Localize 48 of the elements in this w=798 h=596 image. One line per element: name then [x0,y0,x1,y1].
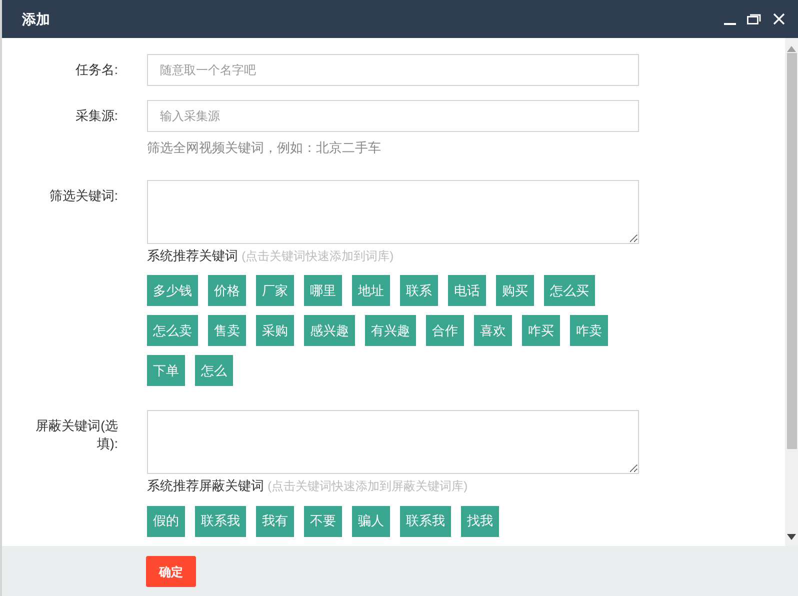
keyword-tag[interactable]: 咋卖 [570,315,608,346]
keyword-tag[interactable]: 售卖 [208,315,246,346]
text-input[interactable]: 随意取一个名字吧 [147,54,639,86]
keyword-tag[interactable]: 有兴趣 [365,315,416,346]
keyword-tag[interactable]: 购买 [496,275,534,306]
keyword-tag[interactable]: 厂家 [256,275,294,306]
minimize-icon [724,23,736,25]
field-label: 筛选关键词: [48,186,119,204]
keyword-tag[interactable]: 联系 [400,275,438,306]
keyword-tag[interactable]: 不要 [304,506,342,536]
keyword-tag[interactable]: 喜欢 [474,315,512,346]
maximize-icon [746,12,762,26]
keyword-tag[interactable]: 咋买 [522,315,560,346]
keyword-tag[interactable]: 电话 [448,275,486,306]
keyword-tag[interactable]: 找我 [461,506,499,536]
keyword-tag[interactable]: 怎么卖 [147,315,198,346]
keyword-tag[interactable]: 哪里 [304,275,342,306]
close-button[interactable] [772,12,786,26]
keyword-tag[interactable]: 下单 [147,355,185,386]
recommend-note: (点击关键词快速添加到词库) [242,248,394,262]
scrollbar-thumb[interactable] [786,53,796,449]
keyword-tag[interactable]: 感兴趣 [304,315,355,346]
keyword-tag[interactable]: 怎么 [195,355,233,386]
scroll-down-icon[interactable] [787,534,796,540]
keyword-tag[interactable]: 多少钱 [147,275,198,306]
keyword-tag[interactable]: 价格 [208,275,246,306]
confirm-button[interactable]: 确定 [146,556,196,587]
field-label: 屏蔽关键词(选填): [34,417,119,453]
field-label: 任务名: [74,61,119,79]
hint-text: 筛选全网视频关键词，例如：北京二手车 [147,139,382,157]
keyword-tag[interactable]: 我有 [256,506,294,536]
text-input[interactable]: 输入采集源 [147,100,639,132]
field-label: 采集源: [74,107,119,125]
keyword-tag[interactable]: 采购 [256,315,294,346]
keyword-tag[interactable]: 联系我 [400,506,451,536]
close-icon [772,12,786,26]
keyword-tag[interactable]: 假的 [147,506,185,536]
maximize-button[interactable] [746,12,762,26]
recommend-title: 系统推荐关键词 [147,248,238,262]
window-title: 添加 [22,10,50,28]
keyword-tag[interactable]: 骗人 [352,506,390,536]
keyword-tag[interactable]: 地址 [352,275,390,306]
keyword-tag[interactable]: 怎么买 [544,275,595,306]
keyword-tag[interactable]: 联系我 [195,506,246,536]
scrollbar[interactable] [785,38,798,546]
recommend-note: (点击关键词快速添加到屏蔽关键词库) [268,479,468,493]
recommend-title: 系统推荐屏蔽关键词 [147,478,264,493]
keyword-tag[interactable]: 合作 [426,315,464,346]
